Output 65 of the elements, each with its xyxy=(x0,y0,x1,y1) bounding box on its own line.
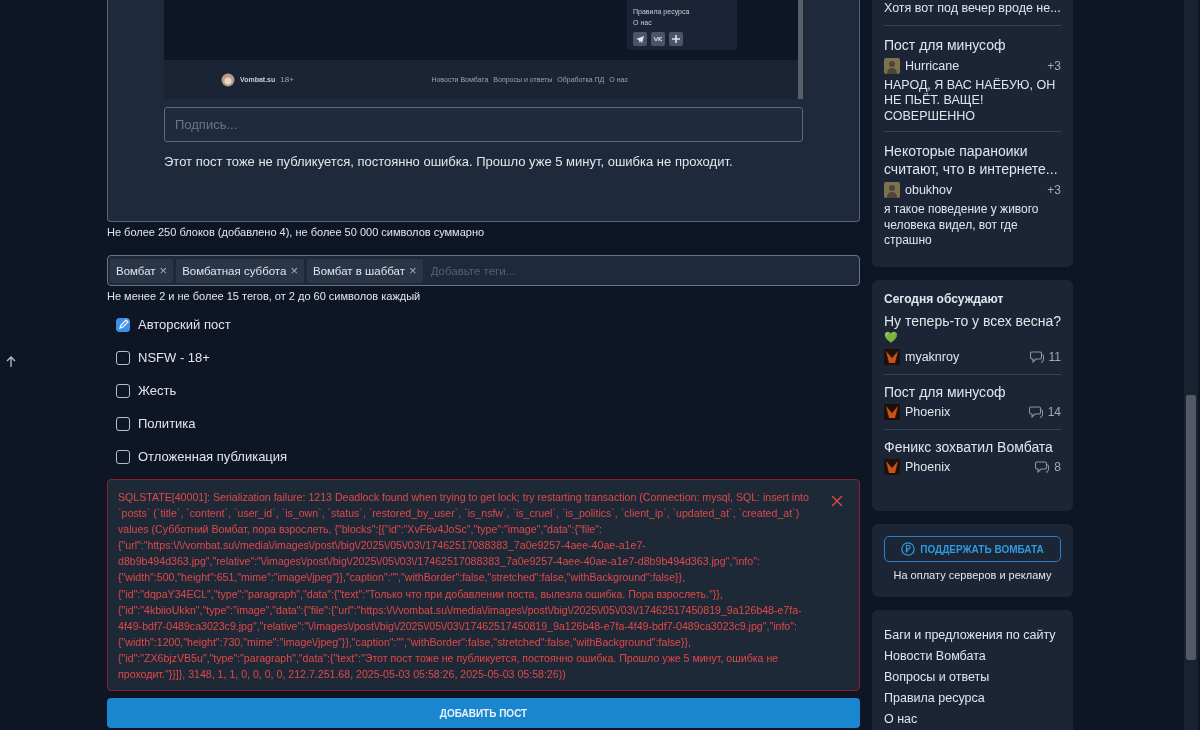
sidebar-link[interactable]: Вопросы и ответы xyxy=(884,667,1061,688)
scrollbar[interactable] xyxy=(1184,0,1198,730)
donate-button[interactable]: ПОДДЕРЖАТЬ ВОМБАТА xyxy=(884,536,1061,563)
avatar-icon xyxy=(884,57,900,74)
checkbox[interactable] xyxy=(116,350,130,365)
checkbox-label: Авторский пост xyxy=(138,317,231,332)
ruble-icon xyxy=(901,542,916,557)
comment-count: 14 xyxy=(1047,405,1061,420)
paragraph: Этот пост тоже не публикуется, постоянно ошибка. Прошло уже 5 минут, ошибка не проходит. xyxy=(164,154,734,169)
age-label: 18+ xyxy=(280,75,294,84)
sidebar-link[interactable]: Правила ресурса xyxy=(884,688,1061,709)
score-label: +3 xyxy=(1047,58,1061,73)
tag-label: Вомбат в шаббат xyxy=(313,264,406,277)
remove-tag-button[interactable]: × xyxy=(409,263,417,278)
author-name[interactable]: myaknroy xyxy=(905,350,960,365)
heart-emoji: 💚 xyxy=(884,330,899,346)
comment-count: 11 xyxy=(1048,350,1061,365)
checkbox-label: Отложенная публикация xyxy=(138,449,288,464)
comment-bubbles-icon xyxy=(1028,405,1043,419)
post-title-link[interactable]: Ну теперь-то у всех весна? xyxy=(884,313,1061,330)
author-name[interactable]: Phoenix xyxy=(905,405,951,420)
error-message: SQLSTATE[40001]: Serialization failure: 1213 Deadlock found when trying to get lock; try restarting transaction (Connection: mysql, SQL: insert into `posts` (`title`, `content`, `user_id`, `is_own`, `status`, `restored_by_user`, `is_nsfw`, `is_cruel`, `is_politics`, `client_ip`, `updated_at`, `created_at`) values (Субботний Вомбат, пора взрослеть, {"blocks":[{"id":"XvF6v4JoSc","type":"image","data":{"file":{"url":"https:\/\/vombat.su\/media\/images\/post\/big\/2025\/05\/03\/17462517088383_7a0e9257-4aee-40ae-a1e7-d8b9b494d363.jpg","relative":"\/images\/post\/big\/2025\/05\/03\/17462517088383_7a0e9257-4aee-40ae-a1e7-d8b9b494d363.jpg","info":{"width":500,"height":651,"mime":"image\/jpeg"}},"caption":"","withBorder":false,"stretched":false,"withBackground":false}},{"id":"dqpaY34ECL","type":"paragraph","data":{"text":"Только что при добавлении поста, вылезла ошибка. Пора взрослеть."}},{"id":"4kbiioUkkn","type":"image","data":{"file":{"url":"https:\/\/vombat.su\/media\/images\/post\/big\/2025\/05\/03\/17462517450819_9a126b48-e7fa-4f49-bdf7-0489ca3023c9.jpg","relative":"\/images\/post\/big\/2025\/05\/03\/17462517450819_9a126b48-e7fa-4f49-bdf7-0489ca3023c9.jpg","info":{"width":1200,"height":730,"mime":"image\/jpeg"}},"caption":"","withBorder":false,"stretched":false,"withBackground":false}},{"id":"ZX6bjzVB5u","type":"paragraph","data":{"text":"Этот пост тоже не публикуется, постоянно ошибка. Прошло уже 5 минут, ошибка не проходит."}}]}, 3148, 1, 1, 0, 0, 0, 0, 212.7.251.68, 2025-05-03 05:58:26, 2025-05-03 05:58:26)) xyxy=(118,490,810,683)
comment-count: 8 xyxy=(1054,460,1061,475)
scroll-up-icon[interactable] xyxy=(6,356,16,368)
remove-tag-button[interactable]: × xyxy=(290,263,298,278)
donate-note: На оплату серверов и рекламу xyxy=(892,569,1053,582)
comment-excerpt[interactable]: я такое поведение у живого человека видел, вот где страшно xyxy=(884,202,1061,249)
checkbox[interactable] xyxy=(116,317,130,332)
post-title-link[interactable]: Некоторые параноики считают, что в интернете... xyxy=(884,142,1061,178)
remove-tag-button[interactable]: × xyxy=(159,263,168,278)
avatar-icon xyxy=(884,404,900,421)
comment-excerpt[interactable]: НАРОД, Я ВАС НАЁБУЮ, ОН НЕ ПЬЁТ. ВАЩЕ! СОВЕРШЕННО xyxy=(884,77,1061,124)
avatar-icon xyxy=(884,459,900,476)
comment-excerpt[interactable]: Хотя вот под вечер вроде не... xyxy=(884,1,1061,17)
checkbox-label: Политика xyxy=(138,416,196,431)
post-title-link[interactable]: Пост для минусоф xyxy=(884,35,1061,54)
author-name[interactable]: Hurricane xyxy=(905,58,960,73)
score-label: +3 xyxy=(1047,183,1061,197)
post-title-link[interactable]: Пост для минусоф xyxy=(884,384,1061,401)
checkbox[interactable] xyxy=(116,416,130,431)
avatar-icon xyxy=(884,349,900,366)
author-name[interactable]: Phoenix xyxy=(905,460,951,475)
section-title: Сегодня обсуждают xyxy=(884,292,1005,307)
author-name[interactable]: obukhov xyxy=(905,183,953,197)
caption-field[interactable]: Подпись... xyxy=(164,107,803,142)
close-icon[interactable] xyxy=(831,495,843,507)
checkbox[interactable] xyxy=(116,449,130,464)
tag-label: Вомбат xyxy=(116,264,156,277)
plus-icon xyxy=(669,32,683,46)
post-title-link[interactable]: Феникс зохватил Вомбата xyxy=(884,439,1061,456)
comment-bubbles-icon xyxy=(1029,350,1044,364)
checkbox-label: NSFW - 18+ xyxy=(138,350,210,365)
avatar-icon xyxy=(884,182,900,198)
vk-icon xyxy=(651,32,665,46)
sidebar-link[interactable]: Баги и предложения по сайту xyxy=(884,625,1061,646)
checkbox-label: Жесть xyxy=(138,383,177,398)
sidebar-link[interactable]: О нас xyxy=(884,709,1061,730)
paper-plane-icon xyxy=(633,32,647,46)
hint-text: Не менее 2 и не более 15 тегов, от 2 до 60 символов каждый xyxy=(107,290,422,302)
wombat-logo-icon xyxy=(221,72,235,87)
hint-text: Не более 250 блоков (добавлено 4), не более 50 000 символов суммарно xyxy=(107,226,486,238)
comment-bubbles-icon xyxy=(1035,460,1050,474)
checkbox[interactable] xyxy=(116,383,130,398)
sidebar-link[interactable]: Новости Вомбата xyxy=(884,646,1061,667)
tag-label: Вомбатная суббота xyxy=(182,264,287,277)
